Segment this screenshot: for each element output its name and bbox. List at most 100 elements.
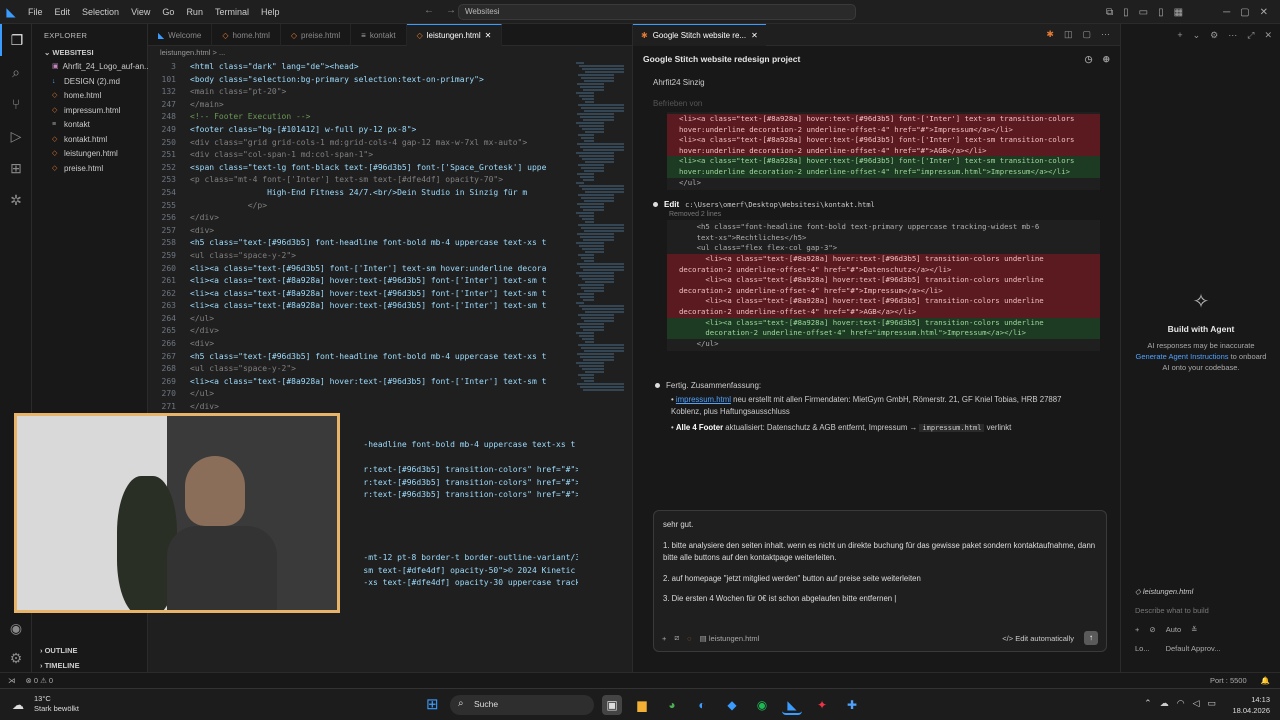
more-icon[interactable]: ⋯: [1228, 30, 1237, 41]
chat-tab[interactable]: ✱ Google Stitch website re... ✕: [633, 23, 766, 46]
agent-model-select[interactable]: Auto: [1166, 625, 1181, 634]
tab-welcome[interactable]: ◣ Welcome: [148, 24, 213, 46]
remote-indicator-icon[interactable]: ⋊: [8, 676, 16, 685]
menu-file[interactable]: File: [28, 7, 43, 17]
menu-help[interactable]: Help: [261, 7, 280, 17]
code-line[interactable]: 247 </main>: [148, 99, 578, 112]
tune-icon[interactable]: ≚: [1191, 625, 1197, 634]
menu-selection[interactable]: Selection: [82, 7, 119, 17]
code-line[interactable]: 261 <li><a class="text-[#8a928a] hover:te…: [148, 275, 578, 288]
command-center-search[interactable]: Websitesi: [458, 4, 856, 20]
add-context-icon[interactable]: +: [662, 634, 666, 643]
code-line[interactable]: 249 <footer class="bg-[#101412] w-full py…: [148, 124, 578, 137]
file-item-logo[interactable]: ▣ Ahrfit_24_Logo_auf-an...: [32, 60, 151, 75]
code-line[interactable]: 265 </div>: [148, 325, 578, 338]
maximize-icon[interactable]: ▢: [1240, 7, 1249, 18]
file-item-home-html[interactable]: ◇ home.html: [32, 89, 147, 104]
wifi-icon[interactable]: ◠: [1177, 698, 1185, 709]
code-line[interactable]: 101 <body class="selection:bg-primary sel…: [148, 74, 578, 87]
source-control-icon[interactable]: ⑂: [0, 88, 32, 120]
lock-icon[interactable]: ▢: [1082, 29, 1091, 40]
code-line[interactable]: 253 <p class="mt-4 font-['Inter'] text-sm…: [148, 174, 578, 187]
code-line[interactable]: 248 <!-- Footer Execution -->: [148, 111, 578, 124]
code-line[interactable]: 251 <div class="col-span-1 md:col-span-1"…: [148, 149, 578, 162]
cloud-icon[interactable]: ☁: [1160, 698, 1169, 709]
run-debug-icon[interactable]: ▷: [0, 120, 32, 152]
send-arrow-icon[interactable]: ↑: [1084, 631, 1098, 645]
extensions-icon[interactable]: ⊞: [0, 152, 32, 184]
code-line[interactable]: 255 </p>: [148, 200, 578, 213]
ai-extension-icon[interactable]: ✲: [0, 184, 32, 216]
code-line[interactable]: 266 <div>: [148, 338, 578, 351]
search-icon[interactable]: ⌕: [0, 56, 32, 88]
new-chat-icon[interactable]: ⊕: [1102, 54, 1110, 65]
attach-file-icon[interactable]: ⧄: [674, 633, 679, 643]
close-tab-icon[interactable]: ✕: [751, 31, 758, 40]
copilot-icon[interactable]: ⧉: [1106, 7, 1113, 18]
vscode-taskbar-icon[interactable]: ◣: [782, 695, 802, 715]
tab-home-html[interactable]: ◇ home.html: [212, 24, 281, 46]
code-line[interactable]: 271 </div>: [148, 401, 578, 414]
file-item-design-md[interactable]: ↓ DESIGN (2).md: [32, 75, 147, 90]
settings-gear-icon[interactable]: ⚙: [0, 642, 32, 674]
claude-icon[interactable]: ✱: [1046, 29, 1054, 40]
minimap[interactable]: [576, 61, 624, 421]
chrome-icon[interactable]: ◕: [662, 695, 682, 715]
chevron-down-icon[interactable]: ⌄: [1193, 30, 1201, 41]
code-line[interactable]: 263 <li><a class="text-[#8a928a] hover:te…: [148, 300, 578, 313]
code-line[interactable]: 262 <li><a class="text-[#8a928a] hover:te…: [148, 288, 578, 301]
settings-gear-icon[interactable]: ⚙: [1210, 30, 1218, 41]
code-line[interactable]: 268 <ul class="space-y-2">: [148, 363, 578, 376]
windows-start-icon[interactable]: ⊞: [426, 697, 442, 713]
app-icon[interactable]: ✚: [842, 695, 862, 715]
layout-aux-icon[interactable]: ▯: [1158, 7, 1164, 18]
file-explorer-icon[interactable]: ▆: [632, 695, 652, 715]
maximize-panel-icon[interactable]: ⤢: [1247, 30, 1254, 41]
add-icon[interactable]: +: [1177, 30, 1182, 40]
layout-sidebar-icon[interactable]: ▯: [1123, 7, 1129, 18]
battery-icon[interactable]: ▭: [1207, 698, 1216, 709]
code-line[interactable]: 254 High-End Fitness 24/7.<br/>Dein Stud…: [148, 187, 578, 200]
close-tab-icon[interactable]: ✕: [485, 31, 492, 40]
volume-icon[interactable]: ◁: [1193, 698, 1200, 709]
close-panel-icon[interactable]: ✕: [1264, 30, 1272, 41]
workspace-folder[interactable]: ⌄ WEBSITESI: [32, 46, 147, 60]
code-line[interactable]: 252 <span class="text-lg font-black text-…: [148, 162, 578, 175]
explorer-icon[interactable]: ❐: [0, 24, 32, 56]
weather-widget[interactable]: 13°C Stark bewölkt: [34, 694, 79, 714]
code-line[interactable]: 269 <li><a class="text-[#8a928a] hover:te…: [148, 376, 578, 389]
agent-approvals[interactable]: Default Approv...: [1166, 644, 1221, 653]
problems-count[interactable]: ⊗ 0 ⚠ 0: [26, 676, 54, 685]
menu-view[interactable]: View: [131, 7, 150, 17]
forward-arrow-icon[interactable]: →: [446, 5, 456, 16]
task-view-icon[interactable]: ▣: [602, 695, 622, 715]
code-line[interactable]: 259 <ul class="space-y-2">: [148, 250, 578, 263]
edit-path[interactable]: c:\Users\omerf\Desktop\Websitesi\kontakt…: [685, 201, 875, 209]
back-arrow-icon[interactable]: ←: [424, 5, 434, 16]
file-item-preise-html[interactable]: ◇ preise.html: [32, 162, 147, 177]
menu-terminal[interactable]: Terminal: [215, 7, 249, 17]
impressum-link[interactable]: impressum.html: [676, 395, 731, 404]
mode-selector[interactable]: </> Edit automatically: [1002, 634, 1074, 643]
tab-preise-html[interactable]: ◇ preise.html: [281, 24, 352, 46]
breadcrumb[interactable]: leistungen.html > ...: [148, 46, 632, 60]
layout-panel-icon[interactable]: ▭: [1139, 7, 1148, 18]
spotify-icon[interactable]: ◉: [752, 695, 772, 715]
bell-icon[interactable]: 🔔: [1261, 676, 1270, 685]
agent-file-chip[interactable]: ◇ leistungen.html: [1135, 587, 1275, 596]
code-line[interactable]: 270 </ul>: [148, 388, 578, 401]
menu-go[interactable]: Go: [162, 7, 174, 17]
outline-section[interactable]: › OUTLINE: [32, 646, 148, 660]
code-line[interactable]: 260 <li><a class="text-[#96d3b5] font-['I…: [148, 263, 578, 276]
generate-instructions-link[interactable]: Generate Agent Instructions: [1136, 352, 1229, 361]
file-item-kontakt-html[interactable]: ◇ kontakt.html: [32, 133, 147, 148]
code-line[interactable]: 257 <div>: [148, 225, 578, 238]
menu-run[interactable]: Run: [186, 7, 203, 17]
tools-icon[interactable]: ⊘: [1149, 625, 1155, 634]
code-line[interactable]: 3 <html class="dark" lang="de"><head>: [148, 61, 578, 74]
code-line[interactable]: 267 <h5 class="text-[#96d3b5] font-headli…: [148, 351, 578, 364]
split-editor-icon[interactable]: ◫: [1064, 29, 1073, 40]
edge-icon[interactable]: ◐: [692, 695, 712, 715]
chat-input[interactable]: sehr gut. 1. bitte analysiere den seiten…: [653, 510, 1107, 652]
menu-edit[interactable]: Edit: [55, 7, 71, 17]
